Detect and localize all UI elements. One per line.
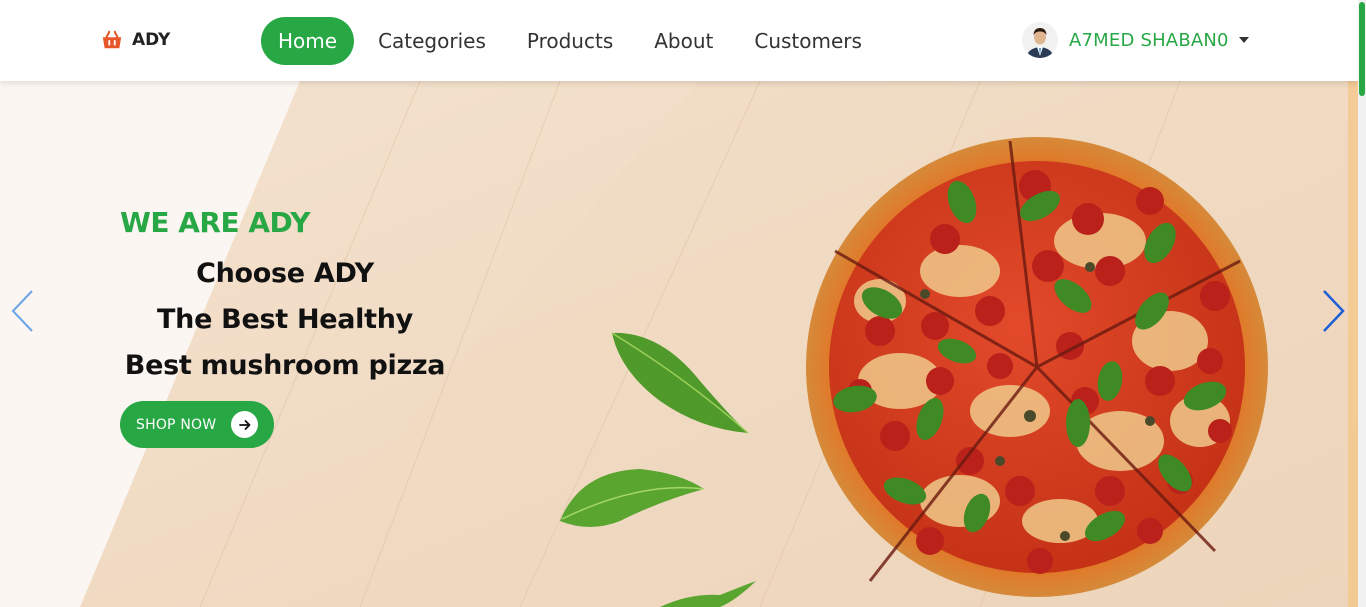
user-name: A7MED SHABAN0 [1069, 29, 1229, 51]
navbar: ADY Home Categories Products About Custo… [0, 0, 1358, 81]
brand-name: ADY [132, 30, 171, 50]
carousel-prev-button[interactable] [8, 287, 38, 335]
scrollbar-thumb[interactable] [1359, 2, 1365, 96]
nav-link-home[interactable]: Home [261, 17, 355, 65]
carousel-next-button[interactable] [1318, 287, 1348, 335]
shop-now-button[interactable]: SHOP NOW [120, 401, 274, 448]
hero-line-1: Choose ADY [196, 258, 374, 289]
caret-down-icon [1238, 37, 1249, 43]
hero-line-2: The Best Healthy [157, 304, 413, 335]
shop-now-label: SHOP NOW [136, 416, 217, 433]
hero-text-block: WE ARE ADY Choose ADY The Best Healthy B… [120, 205, 480, 389]
nav-item-customers: Customers [737, 17, 886, 65]
hero-line-3: Best mushroom pizza [124, 350, 446, 381]
hero-carousel: WE ARE ADY Choose ADY The Best Healthy B… [0, 81, 1358, 607]
brand-link[interactable]: ADY [101, 29, 170, 51]
nav-link-products[interactable]: Products [510, 17, 630, 65]
nav-item-categories: Categories [361, 17, 510, 65]
nav-link-customers[interactable]: Customers [737, 17, 879, 65]
arrow-right-icon [231, 411, 258, 438]
nav-link-about[interactable]: About [637, 17, 730, 65]
chevron-right-icon [1323, 290, 1345, 332]
main-nav: Home Categories Products About Customers [261, 17, 886, 65]
nav-item-about: About [637, 17, 737, 65]
nav-item-home: Home [261, 17, 361, 65]
basket-icon [102, 30, 122, 49]
pizza-graphic [806, 137, 1268, 597]
nav-item-products: Products [510, 17, 637, 65]
page-scrollbar[interactable] [1358, 0, 1366, 607]
user-menu-toggle[interactable]: A7MED SHABAN0 [1022, 22, 1249, 58]
hero-tagline: WE ARE ADY [120, 206, 311, 239]
chevron-left-icon [11, 290, 33, 332]
avatar [1022, 22, 1058, 58]
nav-link-categories[interactable]: Categories [361, 17, 503, 65]
